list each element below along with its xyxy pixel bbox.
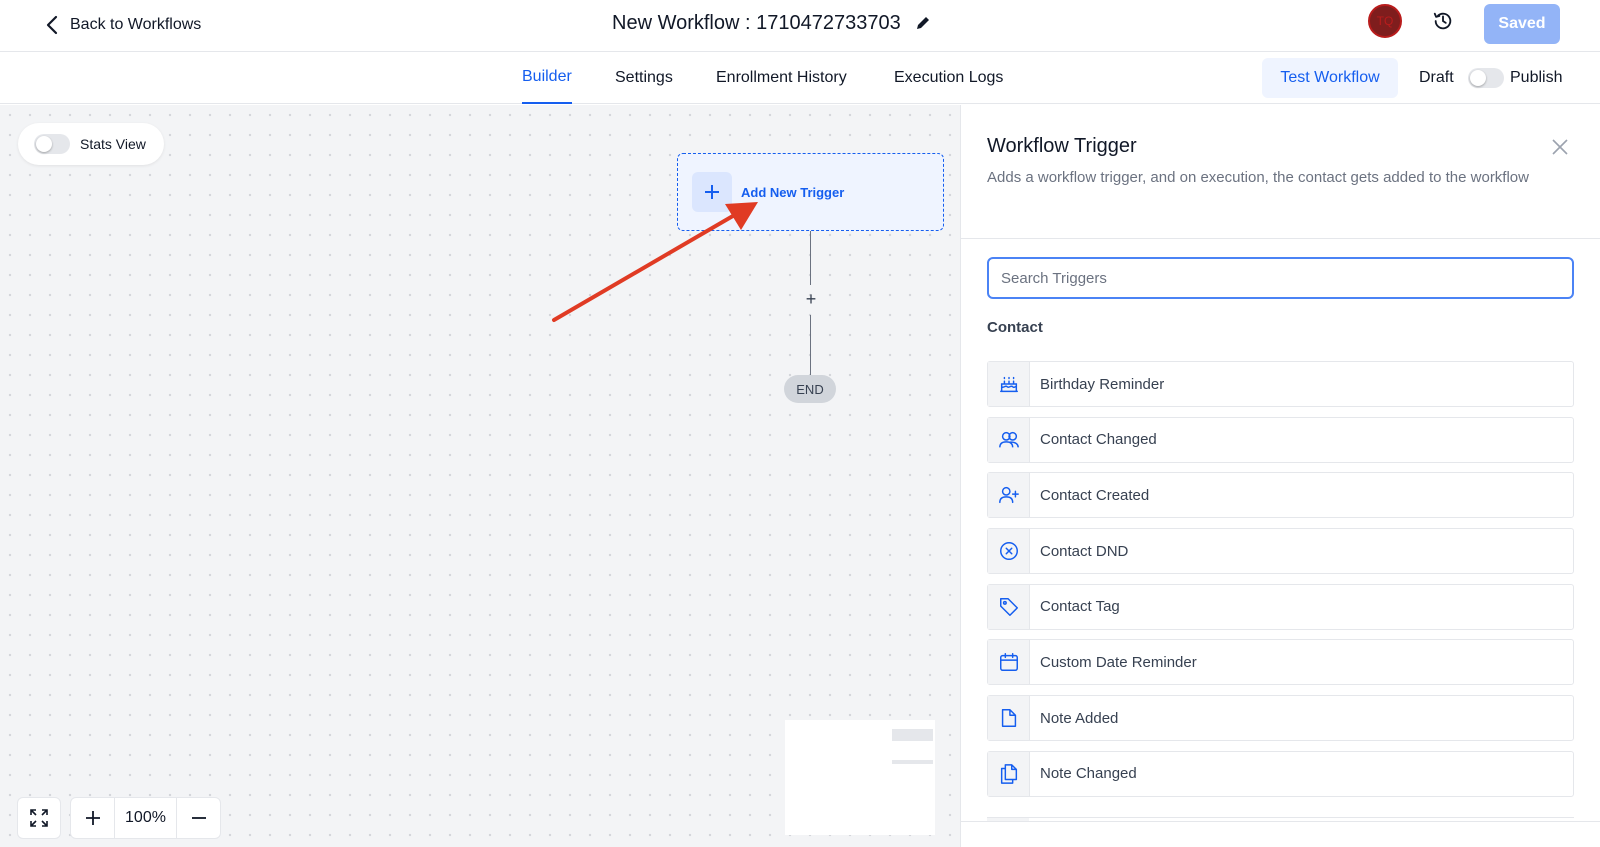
trigger-label: Birthday Reminder [1040,375,1165,393]
avatar[interactable]: TQ [1368,4,1402,38]
stats-view-label: Stats View [80,136,146,152]
zoom-level: 100% [114,798,177,838]
trigger-contact-changed[interactable]: Contact Changed [987,416,1574,463]
connector-line [810,315,811,375]
trigger-label: Contact Changed [1040,431,1157,449]
top-bar: Back to Workflows New Workflow : 1710472… [0,0,1600,52]
test-workflow-label: Test Workflow [1280,69,1380,86]
trigger-label: Note Added [1040,709,1119,727]
fit-view-button[interactable] [17,797,61,839]
trigger-label: Custom Date Reminder [1040,653,1197,671]
panel-header: Workflow Trigger Adds a workflow trigger… [961,105,1600,239]
calendar-icon [999,653,1018,672]
zoom-in-button[interactable] [71,798,114,838]
minimap-node [892,729,933,741]
trigger-contact-tag[interactable]: Contact Tag [987,583,1574,630]
trigger-note-changed[interactable]: Note Changed [987,750,1574,797]
trigger-note-added[interactable]: Note Added [987,695,1574,742]
panel-footer [961,821,1600,847]
edit-pencil-icon[interactable] [915,15,931,31]
expand-icon [30,809,48,827]
trigger-label: Contact DND [1040,542,1129,560]
minus-icon [191,817,206,819]
tab-execution-logs[interactable]: Execution Logs [894,52,1003,104]
back-label: Back to Workflows [70,16,202,33]
stats-view-toggle[interactable] [34,134,70,154]
tab-settings[interactable]: Settings [615,52,673,104]
panel-title: Workflow Trigger [987,135,1137,157]
trigger-label: Contact Tag [1040,598,1120,616]
cake-icon [999,376,1018,393]
trigger-birthday-reminder[interactable]: Birthday Reminder [987,361,1574,407]
add-new-trigger-node[interactable]: Add New Trigger [677,153,944,231]
minimap[interactable] [785,720,935,835]
draft-label: Draft [1419,69,1454,86]
back-to-workflows-link[interactable]: Back to Workflows [44,10,201,40]
tab-builder[interactable]: Builder [522,52,572,104]
trigger-custom-date-reminder[interactable]: Custom Date Reminder [987,639,1574,686]
zoom-controls: 100% [70,797,221,839]
saved-button[interactable]: Saved [1484,4,1560,44]
test-workflow-button[interactable]: Test Workflow [1262,58,1398,98]
workflow-title: New Workflow : 1710472733703 [612,8,931,38]
plus-icon [692,172,732,212]
publish-label: Publish [1510,69,1563,86]
add-step-button[interactable]: + [802,290,820,308]
section-label-contact: Contact [987,319,1043,336]
tabs-row: Builder Settings Enrollment History Exec… [0,52,1600,104]
end-node: END [784,375,836,403]
user-plus-icon [998,487,1019,504]
plus-icon [85,811,100,825]
workflow-title-text: New Workflow : 1710472733703 [612,11,901,34]
files-icon [1000,763,1017,784]
workflow-trigger-panel: Workflow Trigger Adds a workflow trigger… [960,105,1600,847]
history-icon[interactable] [1432,10,1454,32]
workflow-canvas[interactable]: Stats View Add New Trigger + END 100% [0,105,960,847]
trigger-label: Note Changed [1040,765,1137,783]
users-icon [998,431,1019,448]
trigger-label: Contact Created [1040,486,1150,504]
trigger-list: Birthday Reminder Contact Changed Contac… [987,361,1574,807]
search-triggers-input[interactable] [987,257,1574,299]
close-icon[interactable] [1550,137,1570,157]
zoom-out-button[interactable] [177,798,220,838]
trigger-contact-created[interactable]: Contact Created [987,472,1574,519]
minimap-node [892,760,933,764]
file-icon [1001,709,1016,728]
panel-description: Adds a workflow trigger, and on executio… [987,169,1529,186]
connector-line [810,231,811,285]
chevron-left-icon [46,15,58,35]
add-new-trigger-label: Add New Trigger [741,184,845,200]
x-circle-icon [999,542,1018,561]
tab-enrollment-history[interactable]: Enrollment History [716,52,847,104]
tag-icon [999,597,1018,616]
publish-toggle[interactable] [1468,68,1504,88]
avatar-initials: TQ [1376,14,1394,28]
trigger-contact-dnd[interactable]: Contact DND [987,528,1574,575]
saved-label: Saved [1498,15,1546,32]
stats-view-control: Stats View [18,123,164,165]
